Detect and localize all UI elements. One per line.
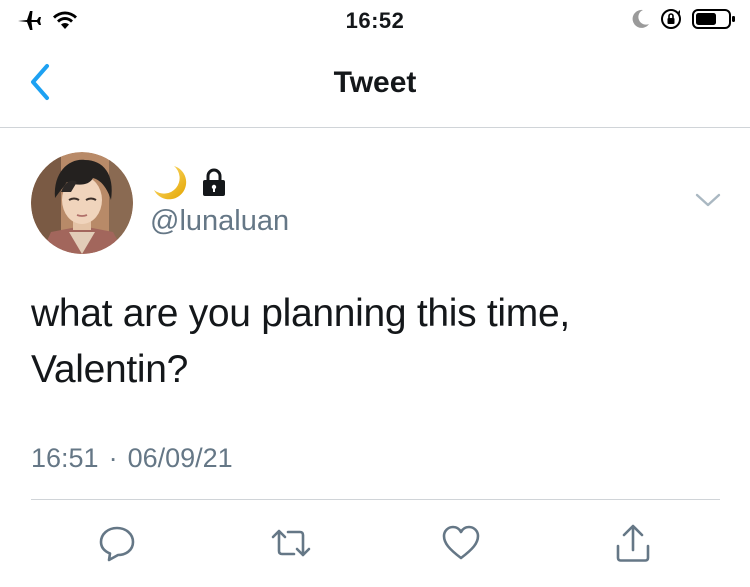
tweet-menu-button[interactable] <box>692 190 724 214</box>
reply-button[interactable] <box>92 520 142 570</box>
tweet-time: 16:51 <box>31 443 99 473</box>
tweet-text-line: what are you planning this time, <box>31 292 570 335</box>
tweet-screen: 16:52 Tweet @lunaluan what are you plann… <box>0 0 750 587</box>
moon-icon <box>630 8 650 35</box>
tweet-timestamp: 16:51 · 06/09/21 <box>31 443 233 474</box>
chevron-down-icon <box>694 192 722 213</box>
display-name[interactable] <box>150 164 228 204</box>
retweet-button[interactable] <box>266 520 316 570</box>
timestamp-separator: · <box>108 443 118 473</box>
divider <box>31 499 720 500</box>
tweet-date: 06/09/21 <box>127 443 233 473</box>
lock-icon <box>200 167 228 202</box>
crescent-moon-icon <box>150 164 188 205</box>
comment-icon <box>97 523 137 568</box>
status-bar: 16:52 <box>0 0 750 42</box>
share-icon <box>613 522 653 569</box>
like-button[interactable] <box>436 520 486 570</box>
tweet-text-line: Valentin? <box>31 348 189 391</box>
retweet-icon <box>270 523 312 568</box>
nav-bar: Tweet <box>0 42 750 128</box>
user-handle[interactable]: @lunaluan <box>150 205 289 238</box>
battery-icon <box>692 8 736 35</box>
page-title: Tweet <box>333 66 417 99</box>
tweet-text: what are you planning this time, Valenti… <box>31 286 711 398</box>
orientation-lock-icon <box>660 8 682 35</box>
share-button[interactable] <box>608 520 658 570</box>
status-right <box>630 8 736 35</box>
heart-icon <box>441 523 481 568</box>
tweet-actions <box>0 520 750 570</box>
avatar[interactable] <box>31 152 133 254</box>
